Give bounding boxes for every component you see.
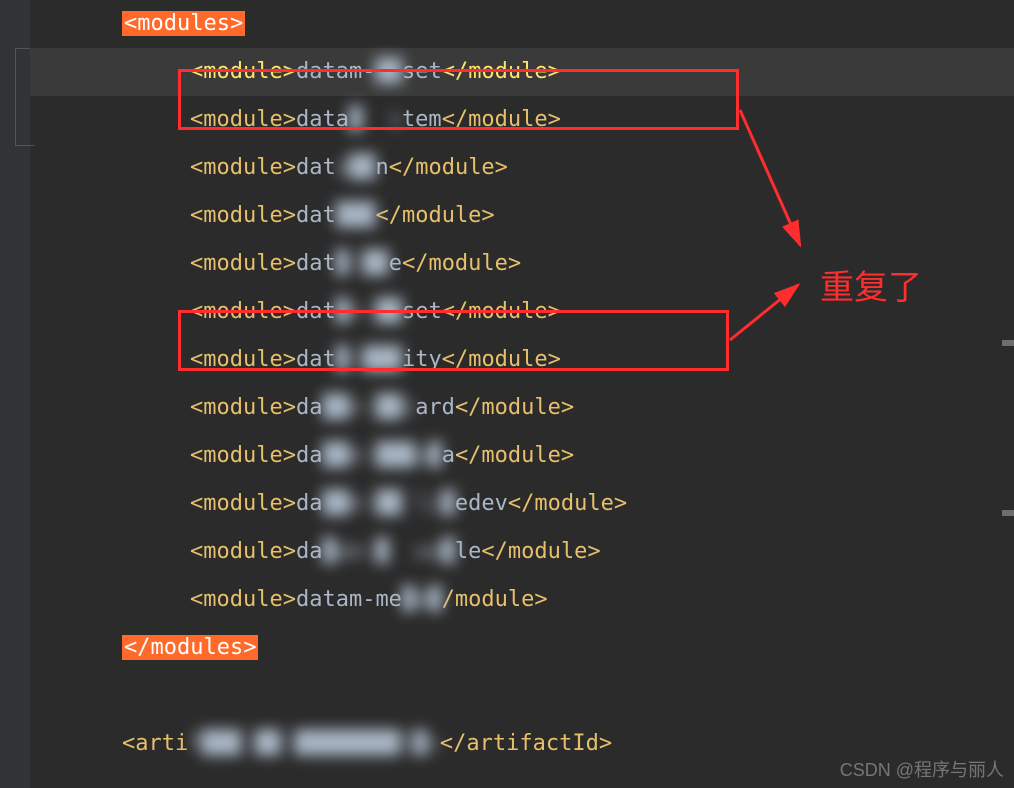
code-line[interactable]: <module>da██m-███u█a</module> (30, 432, 1014, 480)
tag-module-open: <module> (190, 443, 296, 468)
code-line[interactable]: <module>datam-me█a█/module> (30, 576, 1014, 624)
tag-module-open: <module> (190, 347, 296, 372)
tag-module-close: </module> (442, 299, 561, 324)
gutter (0, 0, 30, 788)
tag-module-open: <module> (190, 155, 296, 180)
module-text: dat (296, 336, 336, 384)
module-text: datam- (296, 48, 375, 96)
blurred-text: ██m-██ li█ (322, 480, 454, 528)
module-text: tem (402, 96, 442, 144)
module-text: dat (296, 240, 336, 288)
blurred-text: ██ (375, 48, 402, 96)
code-line[interactable]: <module>da██n-██nard</module> (30, 384, 1014, 432)
blurred-text: █n-██ (336, 288, 402, 336)
annotation-text: 重复了 (820, 260, 922, 309)
code-line[interactable]: </modules> (30, 624, 1014, 672)
tag-module-close: </module> (442, 347, 561, 372)
module-text: da (296, 480, 323, 528)
module-text: set (402, 288, 442, 336)
code-line[interactable]: <module>data█ stem</module> (30, 96, 1014, 144)
tag-artifact-close: </artifactId> (440, 731, 612, 756)
tag-module-close: </module> (375, 203, 494, 228)
tag-module-close: </module> (508, 491, 627, 516)
code-line[interactable]: <module>da██m-██ li█edev</module> (30, 480, 1014, 528)
tag-module-close: </module> (389, 155, 508, 180)
module-text: da (296, 528, 323, 576)
tag-module-open: <module> (190, 59, 296, 84)
module-text: edev (455, 480, 508, 528)
code-editor[interactable]: <modules> <module>datam-██set</module> <… (0, 0, 1014, 788)
tag-module-open: <module> (190, 203, 296, 228)
tag-module-open: <module> (190, 587, 296, 612)
code-line[interactable]: <module>dat█-███ity</module> (30, 336, 1014, 384)
module-text: dat (296, 144, 336, 192)
tag-module-open: <module> (190, 395, 296, 420)
blurred-text: █-███ (336, 336, 402, 384)
tag-module-close: </module> (481, 539, 600, 564)
module-text: datam-me (296, 576, 402, 624)
scrollbar-marks[interactable] (1000, 0, 1014, 788)
module-text: data (296, 96, 349, 144)
blurred-text: █a█ (402, 576, 442, 624)
module-text: set (402, 48, 442, 96)
mark (1002, 340, 1014, 346)
code-line-empty[interactable] (30, 672, 1014, 720)
code-line[interactable]: <modules> (30, 0, 1014, 48)
tag-module-close: </module> (402, 251, 521, 276)
blurred-text: ███ (336, 192, 376, 240)
tag-module-open: <module> (190, 299, 296, 324)
blurred-text: ██n-██n (322, 384, 415, 432)
blurred-text: █ s (349, 96, 402, 144)
tag-artifact-open: <arti (122, 720, 188, 768)
code-line[interactable]: <module>data██n</module> (30, 144, 1014, 192)
module-text: ity (402, 336, 442, 384)
tag-modules-close: </modules> (122, 635, 258, 660)
tag-module-close: </module> (442, 107, 561, 132)
module-text: le (455, 528, 482, 576)
mark (1002, 510, 1014, 516)
tag-module-open: <module> (190, 251, 296, 276)
module-text: da (296, 384, 323, 432)
module-text: n (375, 144, 388, 192)
blurred-text: a██ (336, 144, 376, 192)
tag-module-close: </module> (455, 395, 574, 420)
tag-module-close: </module> (455, 443, 574, 468)
module-text: dat (296, 288, 336, 336)
blurred-text: ██m-███u█ (322, 432, 441, 480)
code-line[interactable]: <module>dat███</module> (30, 192, 1014, 240)
tag-module-open: <module> (190, 491, 296, 516)
blurred-text: f███ ██ ████████l█s (188, 720, 440, 768)
module-text: a (442, 432, 455, 480)
tag-module-open: <module> (190, 539, 296, 564)
tag-module-close: </module> (442, 59, 561, 84)
blurred-text: █-██ (336, 240, 389, 288)
code-line[interactable]: <module>da█am-█ wa█le</module> (30, 528, 1014, 576)
code-line-highlighted[interactable]: <module>datam-██set</module> (30, 48, 1014, 96)
module-text: da (296, 432, 323, 480)
blurred-text: █am-█ wa█ (322, 528, 454, 576)
tag-modules-open: <modules> (122, 11, 245, 36)
module-text: ard (415, 384, 455, 432)
module-text: e (389, 240, 402, 288)
tag-module-open: <module> (190, 107, 296, 132)
tag-module-close-partial: /module> (442, 587, 548, 612)
module-text: dat (296, 192, 336, 240)
watermark: CSDN @程序与丽人 (840, 756, 1004, 782)
code-area[interactable]: <modules> <module>datam-██set</module> <… (30, 0, 1014, 788)
